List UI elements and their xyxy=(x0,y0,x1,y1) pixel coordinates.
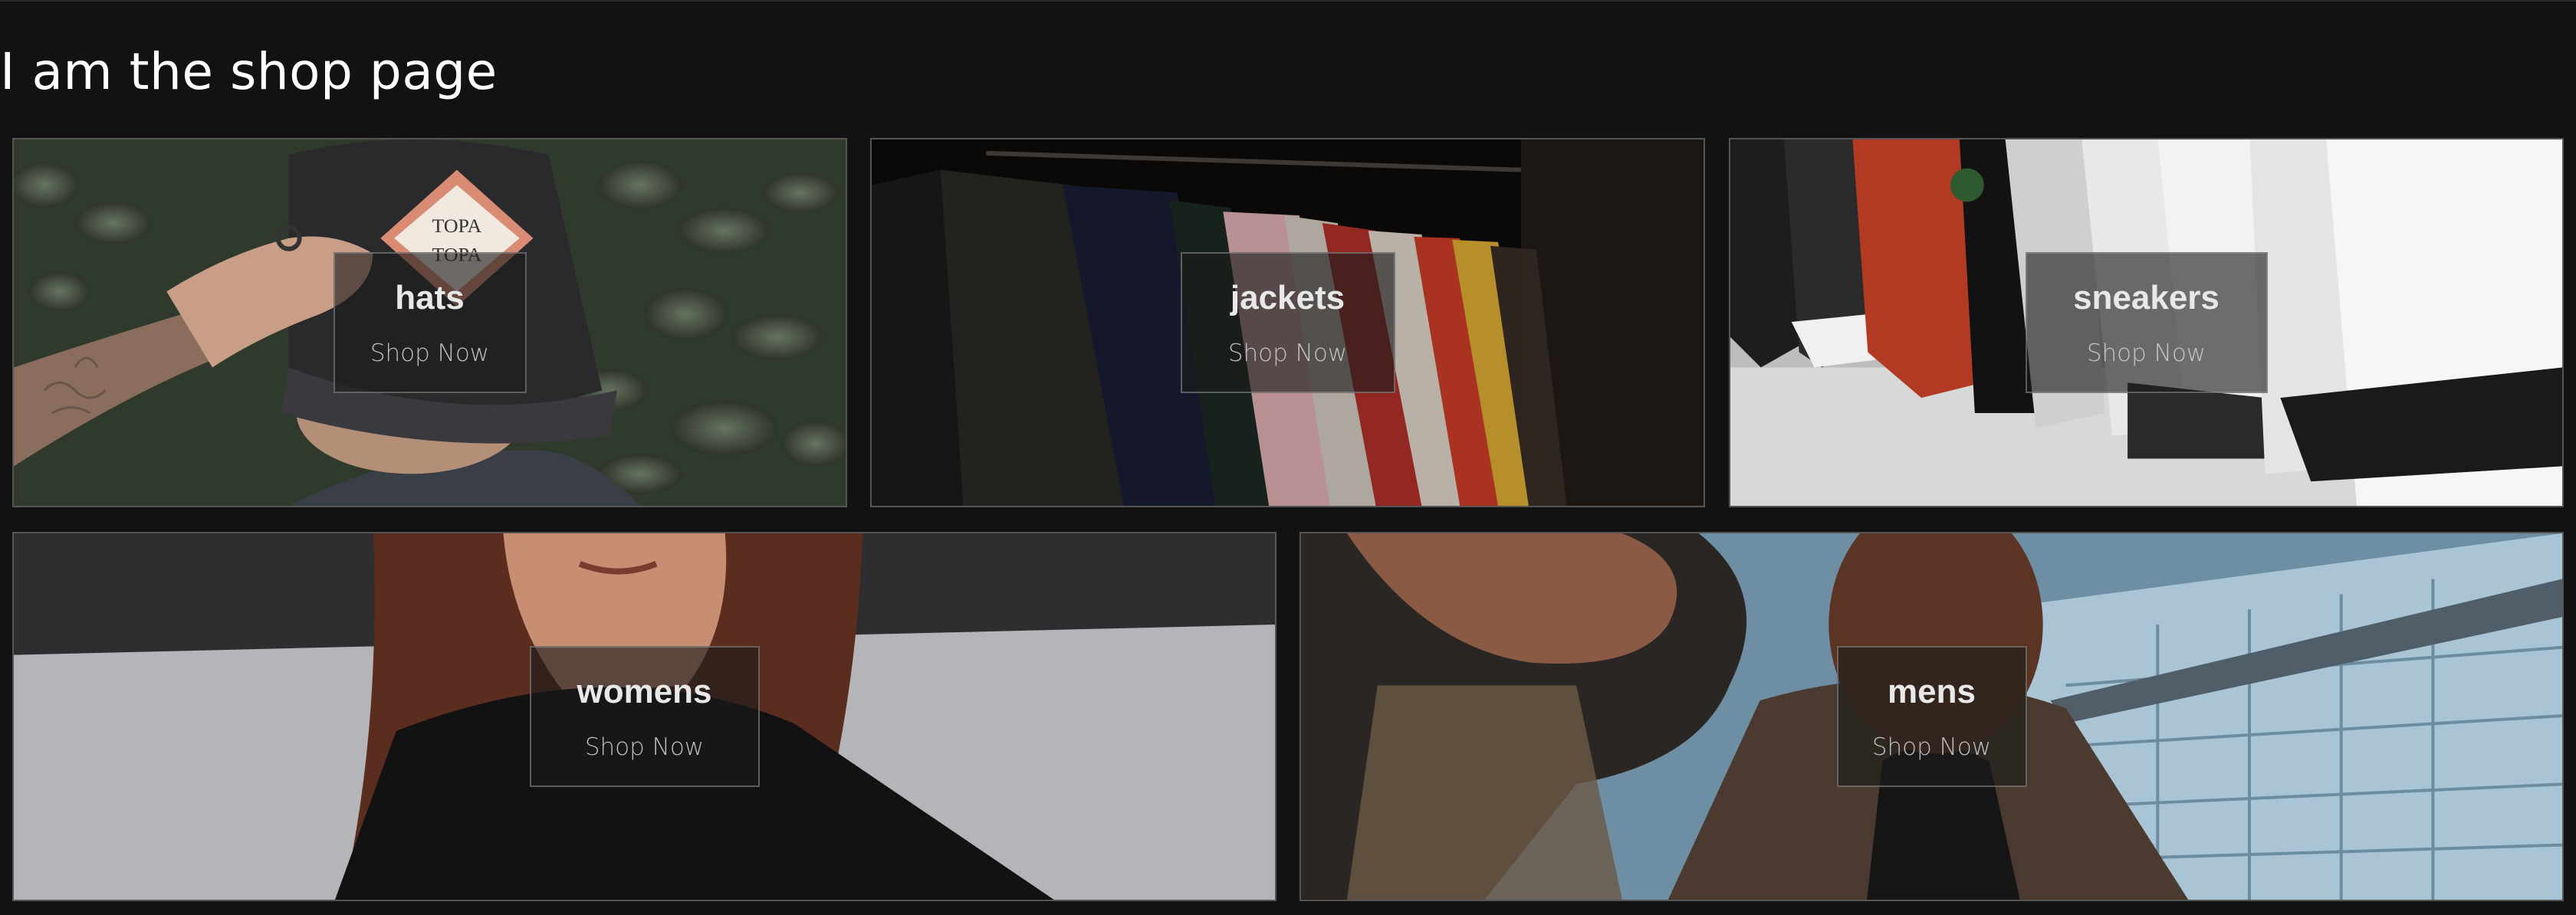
page-title: I am the shop page xyxy=(0,42,498,101)
category-title: hats xyxy=(395,279,465,316)
shop-page: I am the shop page TOPA hats Shop Now ja… xyxy=(0,0,2576,915)
category-title: sneakers xyxy=(2073,279,2220,316)
shop-now-link[interactable]: Shop Now xyxy=(1872,732,1991,762)
category-title: jackets xyxy=(1230,279,1346,316)
shop-now-link[interactable]: Shop Now xyxy=(2087,338,2206,369)
category-card-hats[interactable]: TOPA TOPA hats Shop Now xyxy=(12,138,847,507)
category-card-mens[interactable]: mens Shop Now xyxy=(1300,532,2564,901)
shop-now-link[interactable]: Shop Now xyxy=(585,732,704,762)
category-title: womens xyxy=(577,673,712,710)
category-card-jackets[interactable]: jackets Shop Now xyxy=(870,138,1705,507)
category-card-womens[interactable]: womens Shop Now xyxy=(12,532,1276,901)
category-label-jackets[interactable]: jackets Shop Now xyxy=(1180,252,1395,393)
category-label-hats[interactable]: hats Shop Now xyxy=(333,252,527,393)
category-card-sneakers[interactable]: sneakers Shop Now xyxy=(1729,138,2564,507)
category-label-mens[interactable]: mens Shop Now xyxy=(1836,646,2027,787)
category-label-sneakers[interactable]: sneakers Shop Now xyxy=(2025,252,2268,393)
shop-now-link[interactable]: Shop Now xyxy=(370,338,489,369)
svg-text:TOPA: TOPA xyxy=(432,215,481,237)
shop-now-link[interactable]: Shop Now xyxy=(1228,338,1347,369)
category-title: mens xyxy=(1888,673,1976,710)
category-label-womens[interactable]: womens Shop Now xyxy=(529,646,760,787)
